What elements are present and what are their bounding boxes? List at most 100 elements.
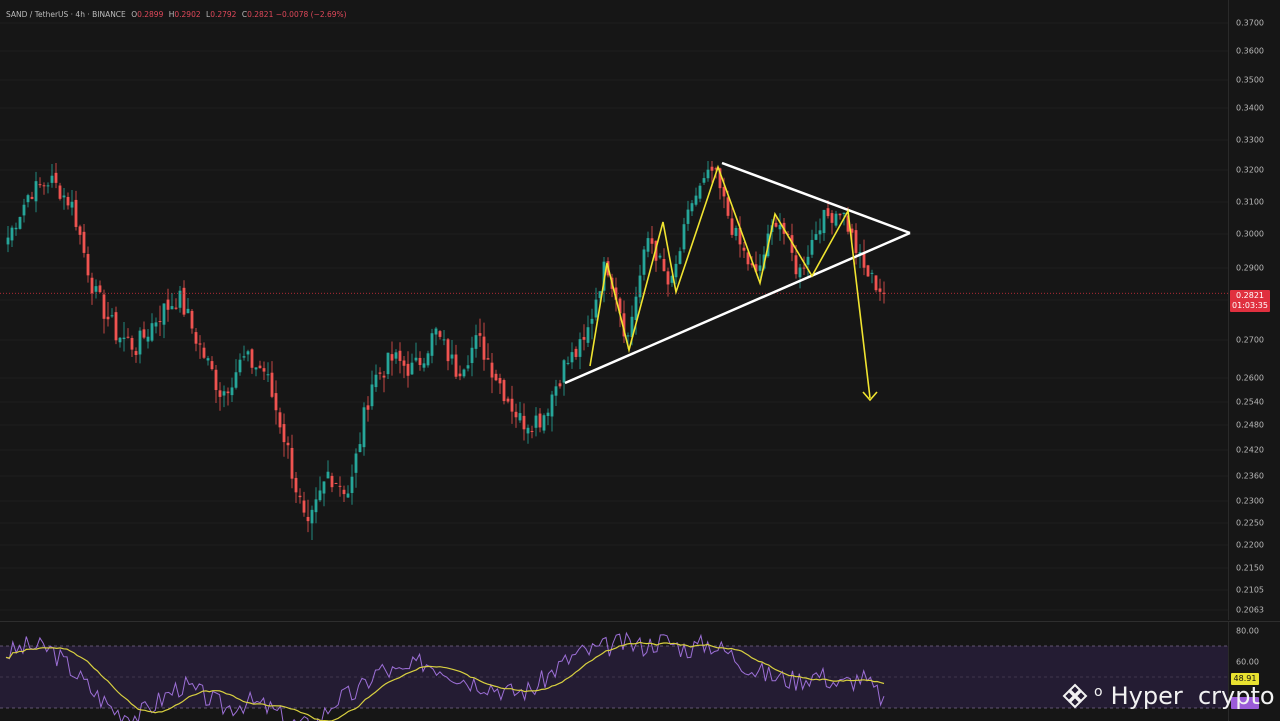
candle-body <box>730 218 734 235</box>
price-axis-label: 0.2200 <box>1236 540 1264 550</box>
candle-body <box>282 424 286 443</box>
candle-body <box>806 256 810 265</box>
candle-body <box>194 332 198 344</box>
candle-body <box>126 336 130 338</box>
candle-body <box>438 331 442 337</box>
candle-body <box>854 230 858 253</box>
candle-body <box>430 333 434 356</box>
candle-body <box>262 368 266 372</box>
candle-body <box>634 296 638 321</box>
candle-body <box>530 430 534 432</box>
candle-body <box>322 481 326 494</box>
candle-body <box>110 315 114 317</box>
candle-body <box>810 239 814 255</box>
candle-body <box>686 209 690 224</box>
candle-body <box>174 307 178 309</box>
price-axis-label: 0.2600 <box>1236 373 1264 383</box>
candle-body <box>142 329 146 338</box>
candle-body <box>558 383 562 387</box>
candle-body <box>702 178 706 183</box>
candle-body <box>758 265 762 271</box>
candle-body <box>266 374 270 376</box>
price-axis-label: 0.2420 <box>1236 445 1264 455</box>
candle-body <box>146 336 150 342</box>
candle-body <box>286 442 290 446</box>
candle-body <box>298 495 302 498</box>
candle-body <box>662 258 666 272</box>
rsi-indicator-pane[interactable] <box>0 621 1228 721</box>
candle-body <box>226 391 230 394</box>
price-axis-label: 0.2900 <box>1236 263 1264 273</box>
price-axis-label: 0.2360 <box>1236 471 1264 481</box>
price-chart-pane[interactable]: SAND / TetherUS · 4h · BINANCE O0.2899 H… <box>0 0 1228 620</box>
candle-body <box>882 292 886 294</box>
candle-body <box>594 299 598 318</box>
candle-body <box>574 348 578 357</box>
candle-body <box>330 475 334 488</box>
candle-body <box>86 254 90 276</box>
candle-body <box>834 213 838 226</box>
candle-body <box>398 350 402 361</box>
candle-body <box>482 336 486 360</box>
rsi-axis-label: 60.00 <box>1236 657 1259 667</box>
candle-body <box>546 412 550 417</box>
candle-body <box>70 201 74 208</box>
candle-body <box>818 230 822 235</box>
triangle-pattern-lower[interactable] <box>564 231 911 385</box>
price-axis-label: 0.3200 <box>1236 165 1264 175</box>
candle-body <box>370 384 374 407</box>
candle-body <box>646 238 650 252</box>
candle-body <box>290 447 294 479</box>
candle-body <box>458 373 462 377</box>
candle-body <box>734 227 738 236</box>
price-axis-label: 0.3400 <box>1236 103 1264 113</box>
candle-body <box>450 354 454 359</box>
price-axis-label: 0.3600 <box>1236 46 1264 56</box>
candle-body <box>442 339 446 341</box>
candle-body <box>222 391 226 396</box>
candle-body <box>694 195 698 205</box>
candle-body <box>870 272 874 274</box>
candle-body <box>202 347 206 358</box>
candle-body <box>550 394 554 417</box>
candle-body <box>74 199 78 227</box>
candle-body <box>198 343 202 345</box>
candle-body <box>410 362 414 375</box>
price-axis-label: 0.2480 <box>1236 420 1264 430</box>
price-axis-label: 0.3700 <box>1236 18 1264 28</box>
candlestick-chart[interactable] <box>0 0 1228 620</box>
price-axis-label: 0.2250 <box>1236 518 1264 528</box>
candle-body <box>422 363 426 368</box>
candle-body <box>826 208 830 217</box>
candle-body <box>238 359 242 373</box>
candle-body <box>350 476 354 493</box>
symbol-title[interactable]: SAND / TetherUS · 4h · BINANCE <box>6 10 126 19</box>
candle-body <box>526 427 530 434</box>
candle-body <box>102 294 106 319</box>
trading-chart-app: SAND / TetherUS · 4h · BINANCE O0.2899 H… <box>0 0 1280 721</box>
candle-body <box>494 373 498 381</box>
candle-body <box>318 490 322 501</box>
candle-body <box>830 213 834 223</box>
candle-body <box>390 354 394 361</box>
candle-body <box>382 375 386 378</box>
candle-body <box>306 516 310 522</box>
symbol-legend[interactable]: SAND / TetherUS · 4h · BINANCE O0.2899 H… <box>6 10 347 19</box>
candle-body <box>554 386 558 396</box>
candle-body <box>106 316 110 320</box>
candle-body <box>522 415 526 430</box>
candle-body <box>710 166 714 171</box>
candle-body <box>254 367 258 370</box>
candle-body <box>374 374 378 388</box>
last-price-value: 0.2821 <box>1236 291 1264 300</box>
price-axis-label: 0.2063 <box>1236 605 1264 615</box>
candle-body <box>638 275 642 298</box>
price-axis-label: 0.2150 <box>1236 563 1264 573</box>
candle-body <box>234 372 238 388</box>
price-axis-label: 0.2540 <box>1236 397 1264 407</box>
candle-body <box>154 322 158 327</box>
price-axis-label: 0.3300 <box>1236 135 1264 145</box>
candle-body <box>434 328 438 335</box>
candle-body <box>414 357 418 361</box>
candle-body <box>358 444 362 453</box>
